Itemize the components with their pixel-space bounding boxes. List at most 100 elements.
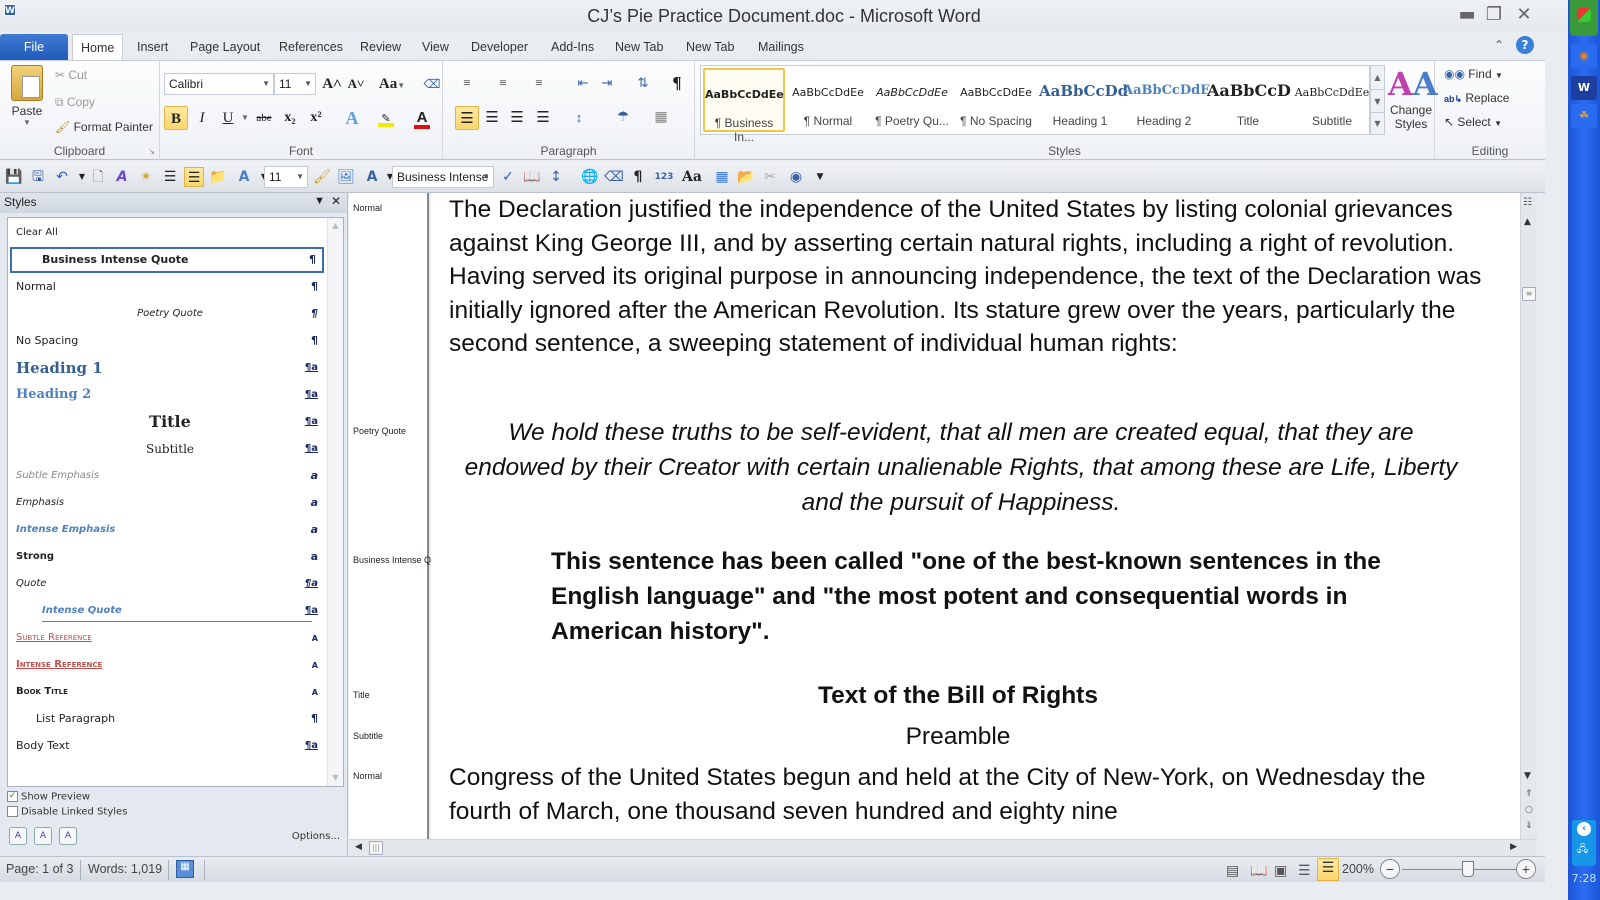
macro-recording-icon[interactable]: ▦ — [176, 860, 194, 878]
new-document-icon[interactable]: 🗋 — [88, 167, 108, 187]
style-item-poetry-quote[interactable]: Poetry Quote ¶ — [10, 301, 324, 327]
scroll-up-icon[interactable]: ▲ — [328, 218, 343, 234]
tab-developer[interactable]: Developer — [463, 34, 536, 60]
copy-button[interactable]: ⧉ Copy — [55, 95, 95, 110]
style-item-emphasis[interactable]: Emphasis a — [10, 490, 324, 516]
style-item-intense-quote[interactable]: Intense Quote ¶a — [10, 598, 324, 624]
clear-format-icon[interactable]: ⌫ — [604, 167, 624, 187]
grow-font-button[interactable]: A˄ — [320, 72, 344, 96]
style-item-intense-reference[interactable]: Intense Reference a — [10, 652, 324, 678]
increase-indent-icon[interactable]: ⇥ — [595, 71, 619, 95]
word-count[interactable]: Words: 1,019 — [88, 862, 162, 876]
horizontal-scrollbar[interactable]: ◀ ||| ▶ — [349, 839, 1537, 856]
highlight-color-button[interactable]: ✎ — [374, 106, 398, 130]
format-painter-button[interactable]: 🖌 Format Painter — [55, 120, 153, 134]
tab-page-layout[interactable]: Page Layout — [182, 34, 268, 60]
show-preview-checkbox[interactable]: ✓ Show Preview — [7, 791, 90, 803]
horizontal-scroll-thumb[interactable]: ||| — [369, 841, 383, 855]
shrink-font-button[interactable]: A˅ — [344, 72, 368, 96]
underline-dropdown-icon[interactable]: ▼ — [240, 106, 250, 130]
print-layout-icon[interactable]: ▤ — [1226, 862, 1239, 879]
help-icon[interactable]: ? — [1516, 36, 1534, 54]
left-align-icon[interactable]: ☰ — [184, 167, 204, 187]
style-normal[interactable]: AaBbCcDdEe ¶ Normal — [787, 68, 869, 132]
tab-file[interactable]: File — [0, 34, 68, 60]
center-align-icon[interactable]: ☰ — [160, 167, 180, 187]
borders-icon[interactable]: ▦ — [649, 106, 673, 130]
tab-mailings[interactable]: Mailings — [750, 34, 812, 60]
undo-icon[interactable]: ↶ — [52, 167, 72, 187]
change-case-icon[interactable]: Aa — [678, 167, 706, 187]
decrease-indent-icon[interactable]: ⇤ — [571, 71, 595, 95]
scroll-up-icon[interactable]: ▲ — [1524, 217, 1531, 227]
italic-button[interactable]: I — [190, 106, 214, 130]
table-icon[interactable]: ▦ — [712, 167, 732, 187]
format-painter-icon[interactable]: 🖌 — [312, 167, 332, 187]
style-inspector-icon[interactable]: A — [234, 167, 254, 187]
change-case-button[interactable]: Aa▼ — [375, 72, 409, 96]
view-ruler-icon[interactable]: ☷ — [1523, 197, 1532, 208]
style-no-spacing[interactable]: AaBbCcDdEe ¶ No Spacing — [955, 68, 1037, 132]
outline-view-icon[interactable]: ☰ — [1298, 862, 1311, 879]
open-folder-icon[interactable]: 📂 — [736, 167, 756, 187]
styles-gallery-scroll[interactable]: ▲ ▼ ▼ — [1370, 65, 1385, 135]
shading-icon[interactable]: ☂ — [611, 106, 635, 130]
find-button[interactable]: ◉◉ Find ▼ — [1444, 67, 1503, 81]
firefox-taskbar-icon[interactable]: ◉ — [1571, 44, 1597, 68]
style-item-list-paragraph[interactable]: List Paragraph ¶ — [10, 706, 324, 732]
document-canvas[interactable]: The Declaration justified the independen… — [431, 193, 1520, 839]
style-inspector-button[interactable]: A — [34, 827, 52, 845]
book-icon[interactable]: 📖 — [522, 167, 542, 187]
style-item-strong[interactable]: Strong a — [10, 544, 324, 570]
text-style-icon[interactable]: A — [362, 167, 382, 187]
clipboard-launcher-icon[interactable]: ↘ — [148, 147, 155, 156]
find-binoculars-icon[interactable]: ◉ — [786, 167, 806, 187]
spelling-check-icon[interactable]: ✓ — [498, 167, 518, 187]
minimize-ribbon-icon[interactable]: ⌃ — [1494, 38, 1504, 52]
style-item-no-spacing[interactable]: No Spacing ¶ — [10, 328, 324, 354]
new-style-button[interactable]: A — [9, 827, 27, 845]
style-item-body-text[interactable]: Body Text ¶a — [10, 733, 324, 759]
select-browse-object-icon[interactable]: ○ — [1525, 805, 1533, 815]
zoom-out-button[interactable]: − — [1380, 859, 1400, 879]
font-color-button[interactable]: A — [410, 106, 434, 130]
draft-view-icon[interactable]: ☰ — [1317, 858, 1339, 881]
paste-dropdown-icon[interactable]: ▼ — [8, 118, 46, 127]
font-size-combo[interactable]: 11 ▼ — [274, 73, 316, 95]
underline-button[interactable]: U — [216, 106, 240, 130]
tab-new-tab-2[interactable]: New Tab — [678, 34, 742, 60]
justify-button[interactable]: ☰ — [531, 106, 555, 130]
zoom-slider-track[interactable] — [1402, 869, 1520, 870]
scroll-down-icon[interactable]: ▼ — [1371, 89, 1384, 112]
strikethrough-button[interactable]: abe — [252, 106, 276, 130]
style-item-book-title[interactable]: Book Title a — [10, 679, 324, 705]
paragraph-normal[interactable]: The Declaration justified the independen… — [449, 193, 1489, 361]
style-title[interactable]: AaBbCcD Title — [1207, 68, 1291, 132]
style-heading-2[interactable]: AaBbCcDdE Heading 2 — [1123, 68, 1210, 132]
qat-font-size-combo[interactable]: 11 ▼ — [264, 166, 308, 188]
style-item-intense-emphasis[interactable]: Intense Emphasis a — [10, 517, 324, 543]
font-name-combo[interactable]: Calibri ▼ — [164, 73, 274, 95]
scroll-down-icon[interactable]: ▼ — [1524, 771, 1531, 781]
style-item-clear-all[interactable]: Clear All — [10, 220, 324, 246]
hyperlink-globe-icon[interactable]: 🌐 — [580, 167, 600, 187]
multilevel-list-icon[interactable]: ≡ — [527, 71, 551, 95]
scroll-up-icon[interactable]: ▲ — [1371, 66, 1384, 89]
style-item-quote[interactable]: Quote ¶a — [10, 571, 324, 597]
tab-add-ins[interactable]: Add-Ins — [543, 34, 602, 60]
style-subtitle[interactable]: AaBbCcDdEe Subtitle — [1291, 68, 1373, 132]
tab-review[interactable]: Review — [352, 34, 409, 60]
word-count-icon[interactable]: 123 — [654, 167, 674, 187]
bullets-icon[interactable]: ≡ — [455, 71, 479, 95]
picture-icon[interactable]: 🖼 — [336, 167, 356, 187]
tray-expand-icon[interactable]: ‹ — [1577, 822, 1591, 836]
show-formatting-marks-icon[interactable]: ¶ — [665, 71, 689, 95]
superscript-button[interactable]: x² — [304, 106, 328, 130]
line-spacing-icon[interactable]: ↕ — [567, 106, 591, 130]
align-left-button[interactable]: ☰ — [455, 106, 479, 130]
text-effects-icon[interactable]: A — [340, 106, 364, 130]
tab-references[interactable]: References — [271, 34, 351, 60]
paragraph-title[interactable]: Text of the Bill of Rights — [431, 682, 1485, 710]
qat-style-combo[interactable]: Business Intense ▼ — [392, 166, 494, 188]
numbering-icon[interactable]: ≡ — [491, 71, 515, 95]
